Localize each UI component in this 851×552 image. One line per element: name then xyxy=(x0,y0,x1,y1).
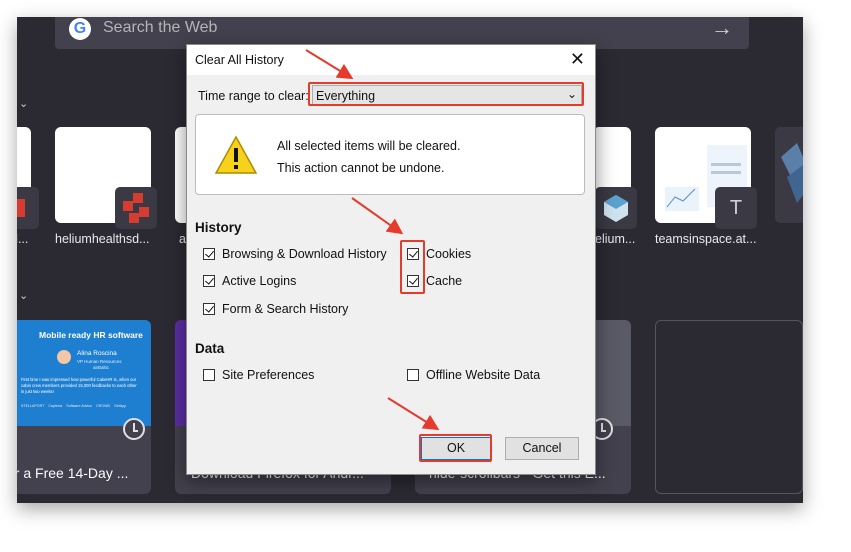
arrow-icon xyxy=(305,49,354,80)
arrow-icon xyxy=(351,197,404,235)
annotation-arrows xyxy=(305,49,440,431)
arrow-icon xyxy=(387,397,440,431)
